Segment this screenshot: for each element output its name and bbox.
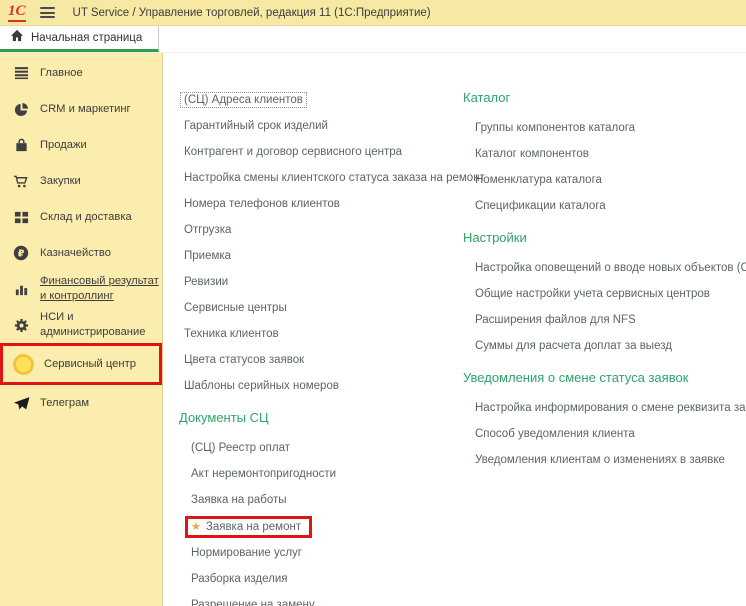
home-icon (10, 29, 24, 47)
content-link[interactable]: Контрагент и договор сервисного центра (184, 146, 402, 158)
content-link[interactable]: Суммы для расчета доплат за выезд (475, 340, 672, 352)
section-documents-sc: Документы СЦ (СЦ) Реестр оплат Акт нерем… (179, 410, 463, 606)
top-bar: 1С UT Service / Управление торговлей, ре… (0, 0, 746, 26)
content-link-adresa-klientov[interactable]: (СЦ) Адреса клиентов (180, 92, 307, 108)
content-link[interactable]: Способ уведомления клиента (475, 428, 635, 440)
page-body: Главное CRM и маркетинг Продажи Закупки … (0, 53, 746, 606)
content-link[interactable]: Настройка смены клиентского статуса зака… (184, 172, 485, 184)
content-link[interactable]: Группы компонентов каталога (475, 122, 635, 134)
menu-lines-icon (10, 66, 32, 80)
section-title: Уведомления о смене статуса заявок (463, 370, 746, 385)
paper-plane-icon (10, 396, 32, 411)
sidebar-item-prodazhi[interactable]: Продажи (0, 127, 162, 163)
content-link[interactable]: Ревизии (184, 276, 228, 288)
tab-bar: Начальная страница (0, 26, 746, 53)
content-link[interactable]: (СЦ) Реестр оплат (191, 442, 290, 454)
section-title: Каталог (463, 90, 746, 105)
content-link[interactable]: Настройка информирования о смене реквизи… (475, 402, 746, 414)
section-title: Настройки (463, 230, 746, 245)
sidebar-item-service-center[interactable]: Сервисный центр (0, 343, 162, 385)
shopping-bag-icon (10, 138, 32, 153)
grid-icon (10, 210, 32, 225)
1c-logo: 1С (8, 4, 26, 22)
content-link[interactable]: Акт неремонтопригодности (191, 468, 336, 480)
left-column: (СЦ) Адреса клиентов Гарантийный срок из… (179, 90, 463, 606)
content-link[interactable]: Разрешение на замену (191, 599, 315, 606)
content-link[interactable]: Приемка (184, 250, 231, 262)
pie-chart-icon (10, 102, 32, 117)
sidebar-item-finrezultat[interactable]: Финансовый результат и контроллинг (0, 271, 162, 307)
sidebar-item-nsi[interactable]: НСИ и администрирование (0, 307, 162, 343)
bar-chart-icon (10, 282, 32, 297)
content-link[interactable]: Сервисные центры (184, 302, 287, 314)
gear-icon (10, 318, 32, 333)
content-link[interactable]: Техника клиентов (184, 328, 279, 340)
content-link[interactable]: Уведомления клиентам о изменениях в заяв… (475, 454, 725, 466)
sidebar-item-kaznacheystvo[interactable]: ₽ Казначейство (0, 235, 162, 271)
content-link[interactable]: Разборка изделия (191, 573, 287, 585)
tab-label: Начальная страница (31, 32, 142, 44)
sidebar-item-zakupki[interactable]: Закупки (0, 163, 162, 199)
right-column: Каталог Группы компонентов каталога Ката… (463, 90, 746, 606)
content-link[interactable]: Гарантийный срок изделий (184, 120, 328, 132)
content-link[interactable]: Номера телефонов клиентов (184, 198, 340, 210)
section-uvedomleniya: Уведомления о смене статуса заявок Настр… (463, 370, 746, 468)
content-link[interactable]: Спецификации каталога (475, 200, 606, 212)
main-content: (СЦ) Адреса клиентов Гарантийный срок из… (163, 53, 746, 606)
sidebar-item-telegram[interactable]: Телеграм (0, 385, 162, 421)
cart-icon (10, 174, 32, 189)
content-link[interactable]: Отгрузка (184, 224, 231, 236)
content-link[interactable]: Расширения файлов для NFS (475, 314, 636, 326)
sidebar-item-sklad[interactable]: Склад и доставка (0, 199, 162, 235)
content-link[interactable]: Цвета статусов заявок (184, 354, 304, 366)
section-katalog: Каталог Группы компонентов каталога Ката… (463, 90, 746, 214)
sidebar-item-crm[interactable]: CRM и маркетинг (0, 91, 162, 127)
content-link[interactable]: Настройка оповещений о вводе новых объек… (475, 262, 746, 274)
content-link-zayavka-na-remont[interactable]: ★ Заявка на ремонт (185, 516, 312, 538)
content-link[interactable]: Общие настройки учета сервисных центров (475, 288, 710, 300)
content-link[interactable]: Шаблоны серийных номеров (184, 380, 339, 392)
svg-text:₽: ₽ (18, 249, 25, 260)
favorite-star-icon: ★ (191, 522, 201, 533)
sidebar: Главное CRM и маркетинг Продажи Закупки … (0, 53, 163, 606)
section-title: Документы СЦ (179, 410, 463, 425)
sidebar-item-glavnoe[interactable]: Главное (0, 55, 162, 91)
content-link[interactable]: Каталог компонентов (475, 148, 589, 160)
yellow-circle-icon (10, 354, 36, 375)
content-link[interactable]: Номенклатура каталога (475, 174, 602, 186)
hamburger-menu-icon[interactable] (40, 7, 55, 18)
service-links-list: (СЦ) Адреса клиентов Гарантийный срок из… (179, 90, 463, 394)
content-link[interactable]: Нормирование услуг (191, 547, 302, 559)
window-title: UT Service / Управление торговлей, редак… (73, 7, 431, 19)
ruble-circle-icon: ₽ (10, 245, 32, 261)
section-nastroyki: Настройки Настройка оповещений о вводе н… (463, 230, 746, 354)
tab-home-page[interactable]: Начальная страница (0, 26, 159, 52)
content-link[interactable]: Заявка на работы (191, 494, 287, 506)
